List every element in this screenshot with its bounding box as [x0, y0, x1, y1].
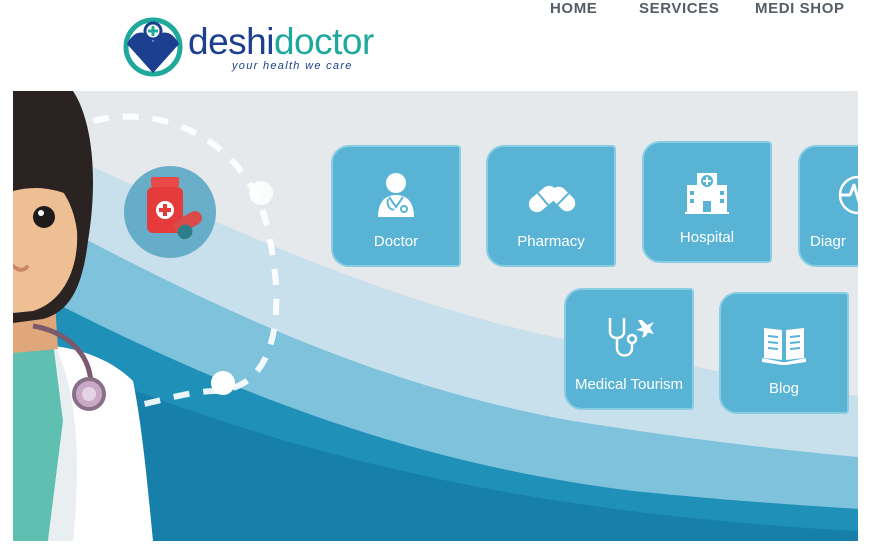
logo-word-part2: doctor [273, 21, 374, 62]
nav-medi-shop[interactable]: MEDI SHOP [755, 0, 845, 17]
stethoscope-plane-icon [608, 318, 654, 357]
service-tile-diagnostic[interactable]: Diagr [798, 145, 858, 267]
pills-icon [528, 185, 576, 213]
service-tile-pharmacy[interactable]: Pharmacy [486, 145, 616, 267]
service-tile-blog[interactable]: Blog [719, 292, 849, 414]
service-tile-doctor[interactable]: Doctor [331, 145, 461, 267]
service-label: Medical Tourism [574, 376, 684, 393]
nav-home[interactable]: HOME [550, 0, 597, 17]
nav-services[interactable]: SERVICES [639, 0, 719, 17]
service-label: Hospital [679, 229, 735, 246]
service-label: Diagr [810, 233, 846, 250]
site-header: deshidoctor your health we care HOME SER… [0, 0, 895, 91]
logo-tagline: your health we care [232, 60, 353, 72]
book-icon [762, 328, 806, 365]
deshidoctor-logo[interactable]: deshidoctor your health we care [122, 16, 374, 80]
service-tile-hospital[interactable]: Hospital [642, 141, 772, 263]
hero-banner: Doctor Pharmacy Hospital Diagr Medical T… [13, 91, 858, 541]
logo-wordmark: deshidoctor [188, 22, 374, 62]
service-label: Blog [768, 380, 800, 397]
service-tile-medical-tourism[interactable]: Medical Tourism [564, 288, 694, 410]
logo-word-part1: deshi [188, 21, 274, 62]
service-label: Doctor [373, 233, 419, 250]
diagnostic-icon [838, 175, 858, 215]
logo-mark-icon [123, 17, 183, 77]
doctor-icon [378, 173, 414, 217]
service-label: Pharmacy [517, 233, 585, 250]
hospital-icon [685, 173, 729, 214]
